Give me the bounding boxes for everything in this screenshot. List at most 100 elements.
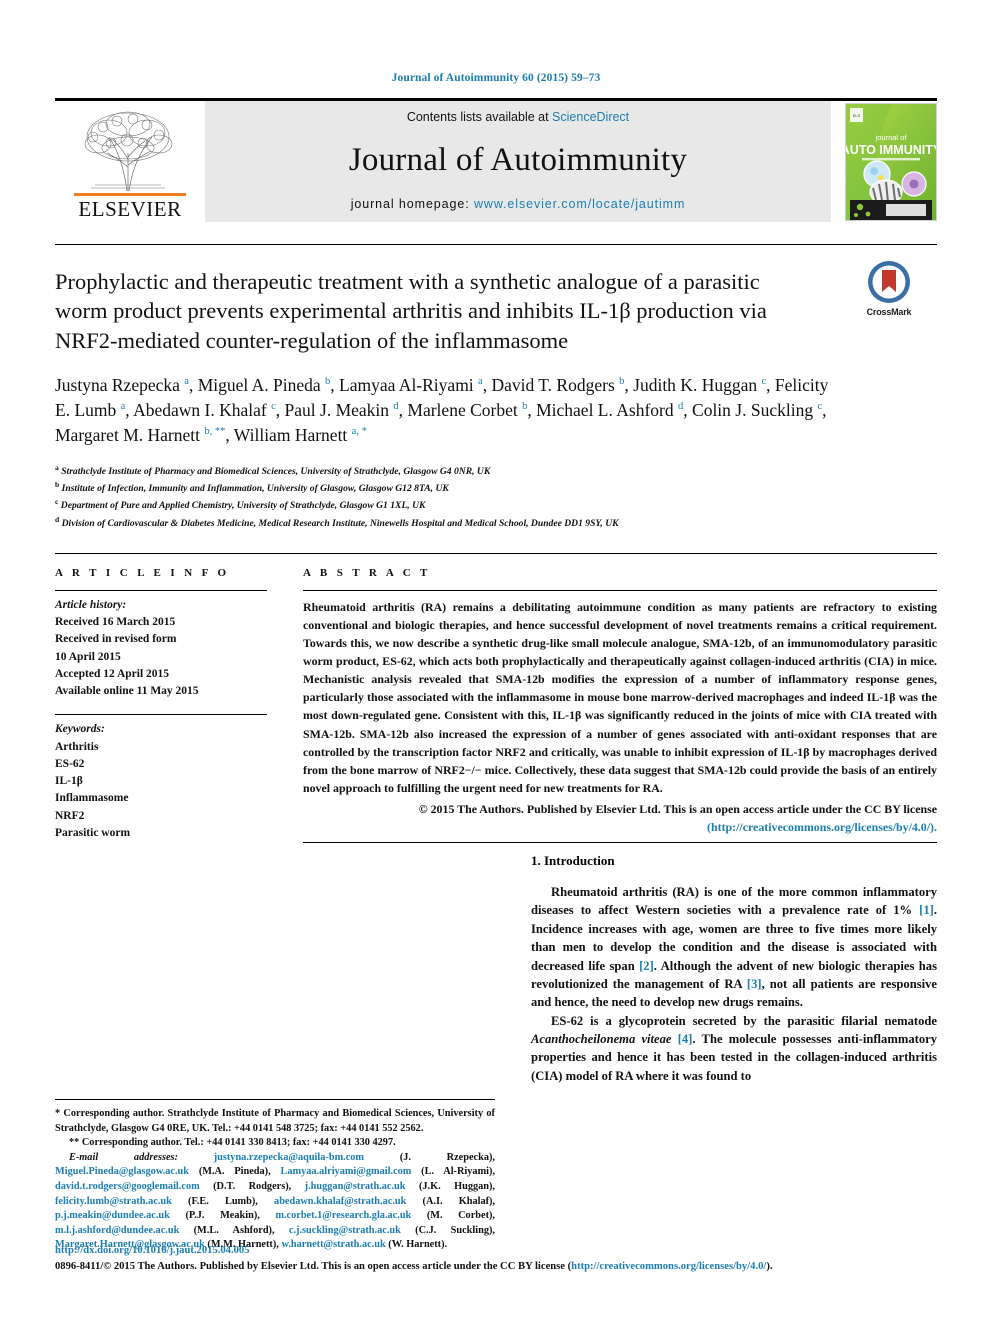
crossmark-icon [868, 261, 910, 303]
footnotes-block: * Corresponding author. Strathclyde Inst… [55, 1099, 495, 1253]
abstract-copyright-line: © 2015 The Authors. Published by Elsevie… [418, 801, 937, 816]
intro-paragraph-2: ES-62 is a glycoprotein secreted by the … [531, 1013, 938, 1083]
email-addresses-label: E-mail addresses: [69, 1151, 178, 1163]
affiliation-item: c Department of Pure and Applied Chemist… [55, 497, 426, 512]
elsevier-logo: ELSEVIER [55, 101, 205, 222]
author-list: Justyna Rzepecka a, Miguel A. Pineda b, … [55, 375, 829, 446]
email-owner: (J. Rzepecka), [399, 1151, 495, 1163]
divider-abstract-bottom [303, 842, 937, 844]
journal-cover-art: ELS journal of AUTO IMMUNITY [846, 103, 936, 220]
email-owner: (M.L. Ashford), [193, 1224, 275, 1236]
corresponding-author-2: ** Corresponding author. Tel.: +44 0141 … [69, 1137, 396, 1149]
article-info-column: A R T I C L E I N F O Article history: R… [55, 567, 267, 843]
article-history-label: Article history: [55, 598, 127, 611]
article-page: Journal of Autoimmunity 60 (2015) 59–73 [0, 0, 992, 1323]
email-owner: (M.A. Pineda), [198, 1166, 271, 1178]
svg-text:journal of: journal of [875, 133, 908, 142]
article-history-line: Received 16 March 2015 [55, 616, 176, 629]
elsevier-wordmark: ELSEVIER [78, 197, 182, 221]
email-link[interactable]: c.j.suckling@strath.ac.uk [289, 1225, 401, 1236]
svg-text:ELS: ELS [853, 113, 861, 118]
footer-license-link[interactable]: http://creativecommons.org/licenses/by/4… [571, 1261, 766, 1272]
issn-copyright-text: 0896-8411/© 2015 The Authors. Published … [55, 1261, 572, 1273]
affiliation-item: d Division of Cardiovascular & Diabetes … [55, 514, 619, 529]
citation-ref[interactable]: [3] [747, 977, 762, 991]
contents-prefix: Contents lists available at [406, 110, 553, 124]
sciencedirect-link[interactable]: ScienceDirect [552, 110, 629, 124]
introduction-heading: 1. Introduction [531, 853, 615, 869]
email-link[interactable]: Lamyaa.alriyami@gmail.com [281, 1166, 412, 1177]
email-link[interactable]: m.l.j.ashford@dundee.ac.uk [55, 1225, 179, 1236]
keywords-lines: Arthritis ES-62 IL-1β Inflammasome NRF2 Paras… [55, 739, 267, 843]
citation-ref[interactable]: [1] [919, 903, 934, 917]
abstract-copyright: © 2015 The Authors. Published by Elsevie… [303, 800, 937, 836]
email-owner: (C.J. Suckling), [415, 1224, 495, 1236]
email-owner: (J.K. Huggan), [418, 1181, 495, 1193]
abstract-text-block: Rheumatoid arthritis (RA) remains a debi… [303, 591, 937, 836]
article-history-line: 10 April 2015 [55, 650, 121, 663]
abstract-body: Rheumatoid arthritis (RA) remains a debi… [303, 599, 937, 795]
citation-ref[interactable]: [2] [639, 959, 654, 973]
elsevier-tree-icon [84, 111, 173, 192]
intro-paragraph-1: Rheumatoid arthritis (RA) is one of the … [531, 885, 937, 1010]
species-name: Acanthocheilonema viteae [531, 1032, 672, 1047]
email-owner: (L. Al-Riyami), [421, 1166, 496, 1178]
email-link[interactable]: justyna.rzepecka@aquila-bm.com [214, 1152, 364, 1163]
introduction-text: Rheumatoid arthritis (RA) is one of the … [531, 883, 937, 1085]
article-info-heading: A R T I C L E I N F O [55, 566, 230, 579]
doi-link[interactable]: http://dx.doi.org/10.1016/j.jaut.2015.04… [55, 1243, 937, 1259]
article-history-line: Received in revised form [55, 633, 177, 646]
footer-tail: ). [766, 1261, 773, 1273]
email-link[interactable]: p.j.meakin@dundee.ac.uk [55, 1210, 170, 1221]
email-link[interactable]: j.huggan@strath.ac.uk [305, 1181, 406, 1192]
abstract-license-link[interactable]: (http://creativecommons.org/licenses/by/… [707, 820, 937, 834]
email-owner: (D.T. Rodgers), [213, 1181, 292, 1193]
crossmark-label: CrossMark [866, 307, 912, 317]
article-history-line: Available online 11 May 2015 [55, 685, 199, 698]
email-owner: (M. Corbet), [426, 1210, 496, 1222]
article-history-lines: Received 16 March 2015 Received in revise… [55, 614, 267, 700]
email-owner: (F.E. Lumb), [188, 1195, 258, 1207]
info-abstract-columns: A R T I C L E I N F O Article history: R… [55, 552, 937, 844]
article-history-line: Accepted 12 April 2015 [55, 667, 170, 680]
affiliation-list: a Strathclyde Institute of Pharmacy and … [55, 462, 937, 531]
email-link[interactable]: abedawn.khalaf@strath.ac.uk [274, 1196, 406, 1207]
keyword-item: NRF2 [55, 809, 85, 822]
svg-text:AUTO IMMUNITY: AUTO IMMUNITY [846, 143, 936, 157]
email-link[interactable]: felicity.lumb@strath.ac.uk [55, 1196, 172, 1207]
email-addresses: E-mail addresses: justyna.rzepecka@aquil… [55, 1151, 495, 1253]
left-body-column: * Corresponding author. Strathclyde Inst… [55, 853, 495, 1253]
title-block: CrossMark Prophylactic and therapeutic t… [55, 244, 937, 531]
citation-ref[interactable]: [4] [678, 1032, 693, 1046]
abstract-column: A B S T R A C T Rheumatoid arthritis (RA… [303, 566, 937, 844]
keyword-item: Inflammasome [55, 792, 129, 805]
right-body-column: 1. Introduction Rheumatoid arthritis (RA… [531, 853, 937, 1253]
crossmark-badge[interactable]: CrossMark [841, 259, 937, 317]
email-owner: (A.I. Khalaf), [422, 1195, 496, 1207]
issn-copyright-line: 0896-8411/© 2015 The Authors. Published … [55, 1259, 937, 1275]
body-columns: * Corresponding author. Strathclyde Inst… [55, 853, 937, 1253]
email-owner: (P.J. Meakin), [185, 1210, 260, 1222]
article-history-block: Article history: Received 16 March 2015 R… [55, 591, 267, 701]
keywords-block: Keywords: Arthritis ES-62 IL-1β Inflammasom… [55, 714, 267, 842]
email-link[interactable]: Miguel.Pineda@glasgow.ac.uk [55, 1166, 189, 1177]
affiliation-item: a Strathclyde Institute of Pharmacy and … [55, 462, 491, 478]
journal-homepage-link[interactable]: www.elsevier.com/locate/jautimm [474, 197, 685, 211]
keyword-item: ES-62 [55, 757, 85, 770]
keyword-item: IL-1β [55, 775, 83, 788]
abstract-heading: A B S T R A C T [303, 566, 431, 579]
running-head: Journal of Autoimmunity 60 (2015) 59–73 [391, 72, 601, 84]
journal-homepage-line: journal homepage: www.elsevier.com/locat… [351, 197, 686, 211]
elsevier-underline [74, 193, 186, 196]
masthead-center: Contents lists available at ScienceDirec… [205, 101, 831, 222]
journal-masthead: ELSEVIER Contents lists available at Sci… [55, 98, 937, 222]
journal-cover-thumbnail: ELS journal of AUTO IMMUNITY [831, 101, 937, 222]
email-link[interactable]: m.corbet.1@research.gla.ac.uk [275, 1210, 411, 1221]
page-title: Prophylactic and therapeutic treatment w… [55, 269, 767, 353]
contents-available-line: Contents lists available at ScienceDirec… [407, 110, 629, 124]
email-link[interactable]: david.t.rodgers@googlemail.com [55, 1181, 200, 1192]
page-footer: http://dx.doi.org/10.1016/j.jaut.2015.04… [55, 1243, 937, 1275]
keywords-label: Keywords: [55, 723, 105, 736]
homepage-prefix: journal homepage: [350, 197, 474, 211]
keyword-item: Parasitic worm [55, 826, 131, 839]
